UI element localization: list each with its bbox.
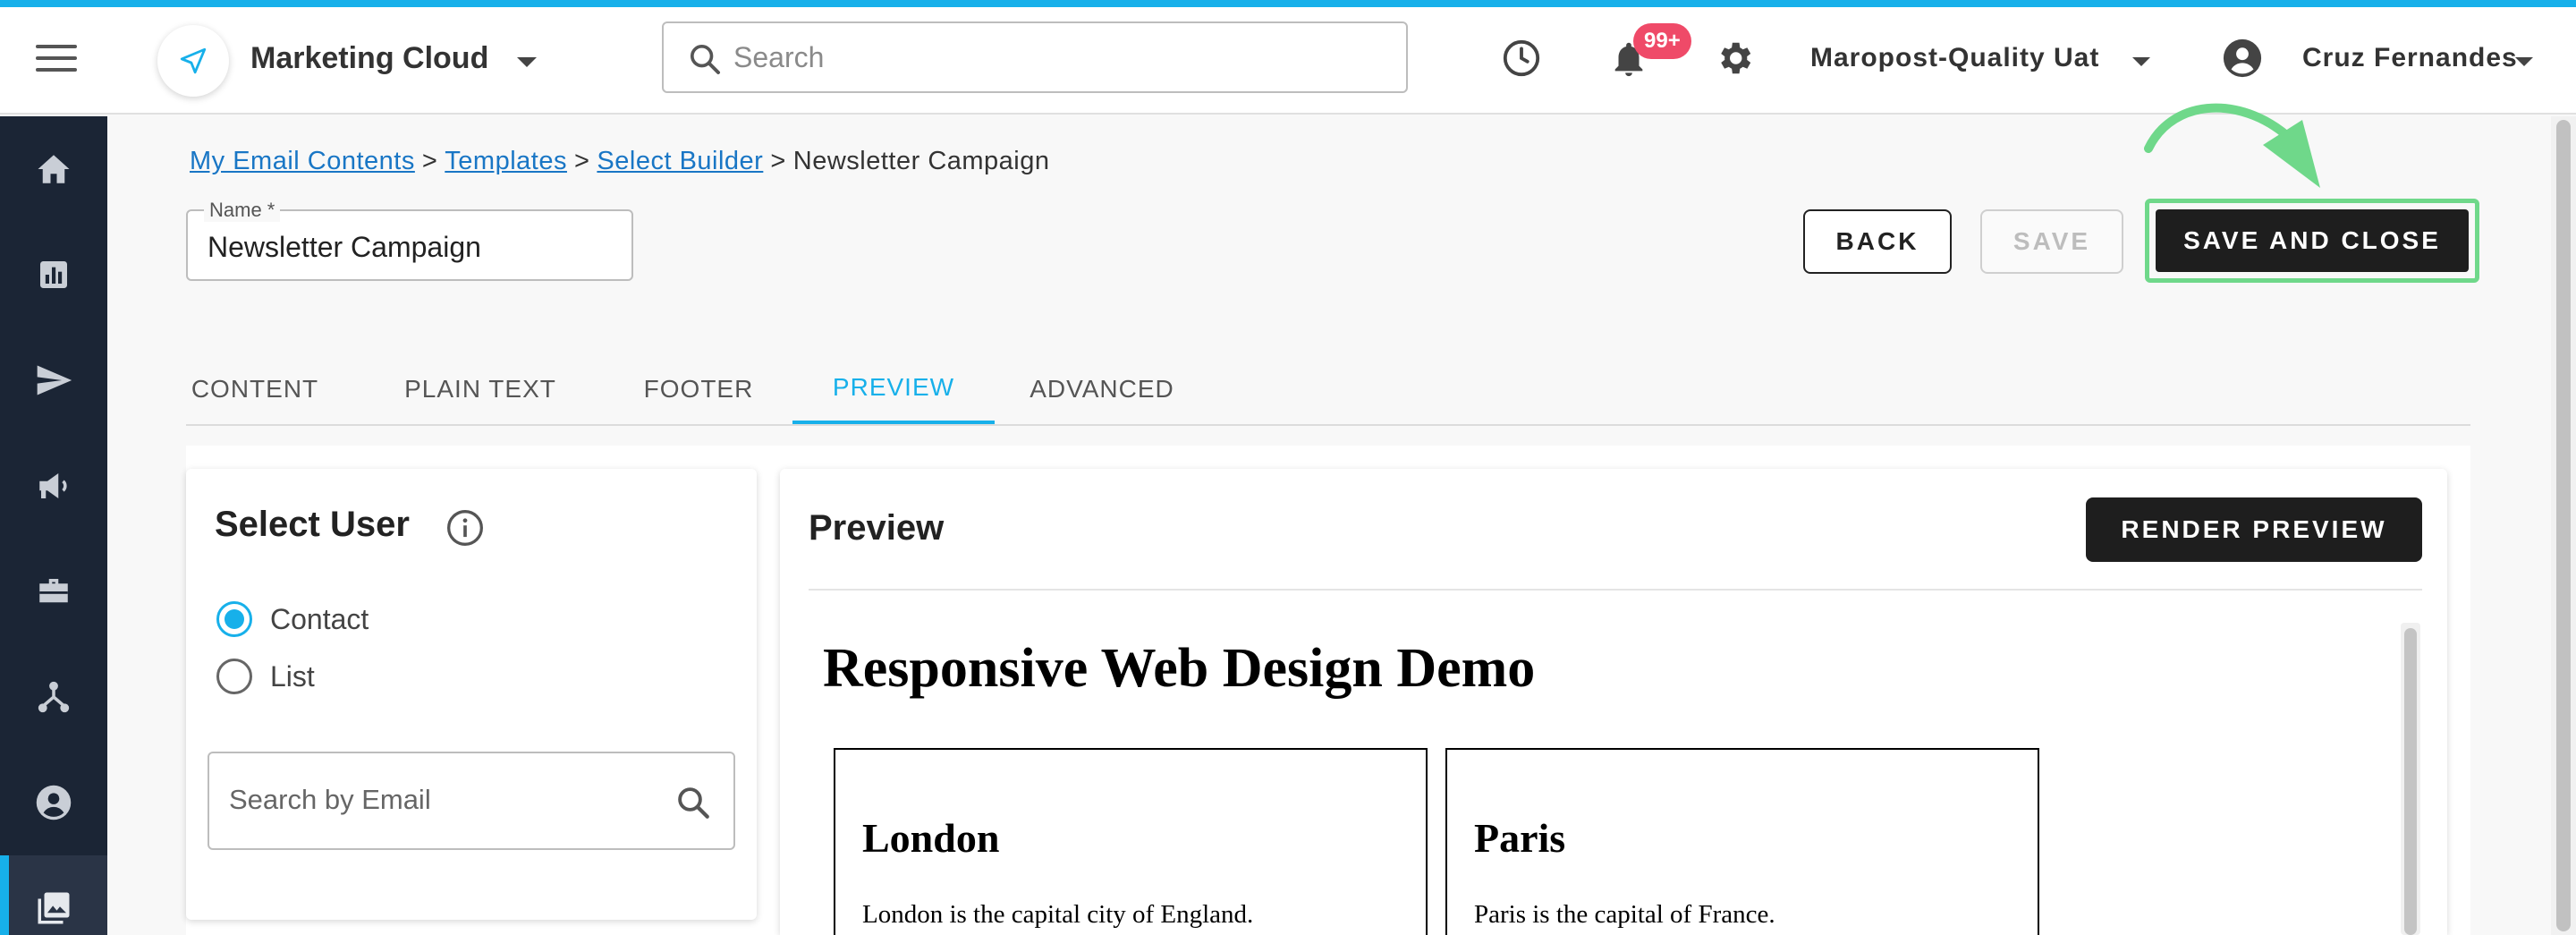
sidebar-item-content[interactable] (0, 855, 107, 935)
user-menu-caret-icon[interactable] (2515, 57, 2533, 66)
settings-gear-icon[interactable] (1714, 38, 1755, 79)
breadcrumb: My Email Contents > Templates > Select Build… (190, 147, 1050, 176)
city-title: Paris (1474, 815, 1566, 861)
organization-name[interactable]: Maropost-Quality Uat (1810, 43, 2099, 73)
page-scroll-thumb[interactable] (2556, 120, 2571, 931)
top-accent-bar (0, 0, 2576, 7)
list-radio[interactable] (216, 659, 252, 694)
sidebar-item-send[interactable] (0, 327, 107, 433)
user-name[interactable]: Cruz Fernandes (2302, 43, 2518, 73)
page-scrollbar[interactable] (2551, 116, 2576, 935)
sidebar-item-business[interactable] (0, 539, 107, 644)
save-and-close-button[interactable]: SAVE AND CLOSE (2156, 209, 2469, 272)
search-icon[interactable] (674, 784, 712, 821)
breadcrumb-separator: > (573, 147, 590, 175)
tab-content[interactable]: CONTENT (186, 354, 324, 424)
search-icon (691, 45, 720, 74)
breadcrumb-separator: > (770, 147, 786, 175)
render-preview-button[interactable]: RENDER PREVIEW (2086, 497, 2422, 562)
city-description: Paris is the capital of France. (1474, 900, 1775, 929)
history-clock-icon[interactable] (1501, 38, 1542, 79)
content-icon (38, 892, 70, 924)
sidebar (0, 116, 107, 935)
name-field-label: Name * (204, 199, 281, 222)
name-input[interactable] (208, 229, 610, 265)
preview-title: Preview (809, 508, 945, 548)
tab-plain-text[interactable]: PLAIN TEXT (397, 354, 564, 424)
global-search (662, 21, 1408, 93)
menu-icon[interactable] (36, 45, 77, 77)
radio-option-list[interactable]: List (216, 659, 315, 694)
back-button[interactable]: BACK (1803, 209, 1952, 274)
city-title: London (862, 815, 1000, 861)
briefcase-icon (39, 579, 68, 603)
breadcrumb-current: Newsletter Campaign (792, 147, 1050, 175)
organization-caret-icon[interactable] (2132, 57, 2150, 66)
tab-advanced[interactable]: ADVANCED (1020, 354, 1184, 424)
tab-preview[interactable]: PREVIEW (792, 354, 995, 424)
select-user-card: Select User Contact List (186, 469, 757, 920)
send-icon (37, 365, 72, 395)
email-search-input[interactable] (229, 780, 658, 820)
tab-footer[interactable]: FOOTER (631, 354, 766, 424)
app-logo[interactable] (157, 25, 229, 97)
save-button[interactable]: SAVE (1980, 209, 2123, 274)
sidebar-item-home[interactable] (0, 116, 107, 222)
breadcrumb-link-email-contents[interactable]: My Email Contents (190, 147, 415, 175)
city-description: London is the capital city of England. (862, 900, 1254, 929)
app-switcher-caret-icon[interactable] (517, 57, 537, 67)
global-search-input[interactable] (733, 38, 1377, 77)
sidebar-item-contacts[interactable] (0, 750, 107, 855)
notification-count-badge: 99+ (1633, 23, 1691, 59)
city-card-london: London London is the capital city of Eng… (834, 748, 1428, 935)
editor-tabs: CONTENT PLAIN TEXT FOOTER PREVIEW ADVANC… (186, 354, 2470, 426)
info-icon[interactable] (445, 508, 485, 548)
home-icon (38, 155, 70, 183)
contact-radio-label: Contact (270, 602, 369, 635)
navigation-arrow-icon (180, 47, 207, 74)
sidebar-item-campaigns[interactable] (0, 433, 107, 539)
analytics-icon (40, 261, 67, 288)
preview-scrollbar[interactable] (2401, 623, 2420, 935)
name-field: Name * (186, 199, 633, 281)
curved-arrow-annotation-icon (2144, 103, 2320, 188)
megaphone-icon (39, 473, 67, 498)
city-card-paris: Paris Paris is the capital of France. (1445, 748, 2039, 935)
journey-icon (38, 681, 70, 713)
list-radio-label: List (270, 659, 315, 693)
breadcrumb-link-select-builder[interactable]: Select Builder (597, 147, 763, 175)
preview-divider (809, 589, 2422, 591)
preview-scroll-thumb[interactable] (2404, 628, 2417, 935)
contact-radio[interactable] (216, 601, 252, 637)
preview-card: Preview RENDER PREVIEW Responsive Web De… (780, 469, 2447, 935)
contacts-icon (36, 785, 72, 820)
email-search-field (208, 752, 735, 850)
select-user-title: Select User (215, 505, 410, 544)
account-circle-icon[interactable] (2222, 38, 2263, 79)
sidebar-item-journeys[interactable] (0, 644, 107, 750)
breadcrumb-separator: > (421, 147, 438, 175)
breadcrumb-link-templates[interactable]: Templates (445, 147, 567, 175)
radio-option-contact[interactable]: Contact (216, 601, 369, 637)
app-name[interactable]: Marketing Cloud (250, 41, 488, 76)
preview-document-heading: Responsive Web Design Demo (823, 638, 1536, 699)
sidebar-item-analytics[interactable] (0, 222, 107, 327)
